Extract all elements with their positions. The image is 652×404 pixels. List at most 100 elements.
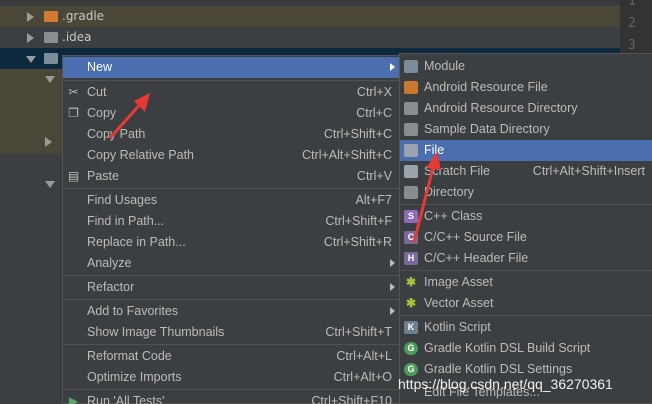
annotation-arrow-shaft xyxy=(412,163,436,243)
folder-gray-icon xyxy=(44,32,58,43)
submenu-item-sample-data-directory[interactable]: Sample Data Directory xyxy=(400,119,652,140)
gradle-icon: G xyxy=(404,342,418,355)
tree-row-gradle[interactable]: .gradle xyxy=(0,6,620,27)
gradle-icon: G xyxy=(404,363,418,376)
menu-item-label: Find in Path... xyxy=(87,214,165,228)
menu-item-add-to-favorites[interactable]: Add to Favorites xyxy=(63,301,400,322)
expand-arrow-icon[interactable] xyxy=(45,137,52,147)
menu-item-show-image-thumbnails[interactable]: Show Image Thumbnails Ctrl+Shift+T xyxy=(63,322,400,343)
menu-item-shortcut: Ctrl+Shift+C xyxy=(323,127,392,141)
menu-item-label: Refactor xyxy=(87,280,135,294)
menu-item-label: Copy Relative Path xyxy=(87,148,195,162)
menu-item-run-all-tests[interactable]: ▶ Run 'All Tests' Ctrl+Shift+F10 xyxy=(63,391,400,404)
folder-icon xyxy=(404,102,418,115)
submenu-item-gradle-kotlin-dsl-build-script[interactable]: G Gradle Kotlin DSL Build Script xyxy=(400,338,652,359)
menu-item-find-in-path[interactable]: Find in Path... Ctrl+Shift+F xyxy=(63,211,400,232)
run-icon: ▶ xyxy=(68,394,79,404)
submenu-separator xyxy=(401,315,652,316)
menu-item-reformat-code[interactable]: Reformat Code Ctrl+Alt+L xyxy=(63,346,400,367)
menu-item-label: Optimize Imports xyxy=(87,370,182,384)
menu-item-label: Add to Favorites xyxy=(87,304,179,318)
android-resource-file-icon xyxy=(404,81,418,94)
menu-separator xyxy=(64,275,399,276)
scissors-icon: ✂ xyxy=(68,85,79,99)
menu-item-label: Run 'All Tests' xyxy=(87,394,165,404)
menu-item-label: Replace in Path... xyxy=(87,235,186,249)
menu-separator xyxy=(64,188,399,189)
submenu-item-label: Vector Asset xyxy=(424,296,494,310)
expand-arrow-icon[interactable] xyxy=(27,33,34,43)
menu-item-new[interactable]: New xyxy=(63,57,400,78)
menu-item-refactor[interactable]: Refactor xyxy=(63,277,400,298)
module-folder-icon xyxy=(404,60,418,73)
menu-item-shortcut: Alt+F7 xyxy=(355,193,392,207)
submenu-item-vector-asset[interactable]: ✱ Vector Asset xyxy=(400,293,652,314)
submenu-item-label: Android Resource File xyxy=(424,80,548,94)
menu-item-replace-in-path[interactable]: Replace in Path... Ctrl+Shift+R xyxy=(63,232,400,253)
kotlin-icon: K xyxy=(404,321,418,334)
folder-orange-icon xyxy=(44,11,58,22)
menu-item-label: Paste xyxy=(87,169,119,183)
menu-separator xyxy=(64,389,399,390)
menu-separator xyxy=(64,344,399,345)
menu-item-shortcut: Ctrl+Shift+F xyxy=(325,214,392,228)
menu-item-shortcut: Ctrl+V xyxy=(356,169,392,183)
submenu-arrow-icon xyxy=(390,283,395,291)
line-number: 1 xyxy=(628,0,636,9)
submenu-item-label: Gradle Kotlin DSL Build Script xyxy=(424,341,591,355)
menu-item-shortcut: Ctrl+Alt+L xyxy=(336,349,392,363)
tree-row-label: .gradle xyxy=(62,9,105,23)
watermark-text: https://blog.csdn.net/qq_36270361 xyxy=(398,376,613,392)
module-folder-icon xyxy=(44,53,58,64)
submenu-item-label: Image Asset xyxy=(424,275,493,289)
submenu-item-label: Sample Data Directory xyxy=(424,122,550,136)
expand-arrow-icon[interactable] xyxy=(27,12,34,22)
submenu-item-label: Module xyxy=(424,59,465,73)
menu-separator xyxy=(64,299,399,300)
submenu-item-label: C/C++ Header File xyxy=(424,251,529,265)
submenu-item-image-asset[interactable]: ✱ Image Asset xyxy=(400,272,652,293)
submenu-arrow-icon xyxy=(390,307,395,315)
menu-item-shortcut: Ctrl+Shift+F10 xyxy=(311,394,392,404)
menu-item-analyze[interactable]: Analyze xyxy=(63,253,400,274)
submenu-item-label: Kotlin Script xyxy=(424,320,491,334)
annotation-arrow-file xyxy=(412,152,441,243)
submenu-separator xyxy=(401,270,652,271)
folder-icon xyxy=(404,123,418,136)
submenu-arrow-icon xyxy=(390,259,395,267)
menu-item-find-usages[interactable]: Find Usages Alt+F7 xyxy=(63,190,400,211)
menu-separator xyxy=(64,80,399,81)
line-number: 3 xyxy=(628,38,636,53)
submenu-item-module[interactable]: Module xyxy=(400,56,652,77)
submenu-item-label: Android Resource Directory xyxy=(424,101,578,115)
collapse-arrow-icon[interactable] xyxy=(26,56,36,63)
menu-item-shortcut: Ctrl+Shift+T xyxy=(325,325,392,339)
android-icon: ✱ xyxy=(405,275,417,289)
submenu-item-shortcut: Ctrl+Alt+Shift+Insert xyxy=(532,164,645,178)
menu-item-shortcut: Ctrl+C xyxy=(356,106,392,120)
copy-icon: ❐ xyxy=(68,106,79,120)
annotation-arrow-head xyxy=(426,152,441,170)
menu-item-optimize-imports[interactable]: Optimize Imports Ctrl+Alt+O xyxy=(63,367,400,388)
annotation-arrow-new xyxy=(108,93,150,140)
tree-top-strip xyxy=(0,0,620,5)
menu-item-label: Show Image Thumbnails xyxy=(87,325,225,339)
menu-item-label: Find Usages xyxy=(87,193,158,207)
menu-item-copy-relative-path[interactable]: Copy Relative Path Ctrl+Alt+Shift+C xyxy=(63,145,400,166)
submenu-item-android-resource-directory[interactable]: Android Resource Directory xyxy=(400,98,652,119)
menu-item-shortcut: Ctrl+Alt+Shift+C xyxy=(302,148,392,162)
submenu-item-c-cpp-header-file[interactable]: H C/C++ Header File xyxy=(400,248,652,269)
submenu-item-android-resource-file[interactable]: Android Resource File xyxy=(400,77,652,98)
menu-item-shortcut: Ctrl+Alt+O xyxy=(333,370,392,384)
collapse-arrow-icon[interactable] xyxy=(45,181,55,188)
android-icon: ✱ xyxy=(405,296,417,310)
submenu-arrow-icon xyxy=(390,63,395,71)
tree-row-label: .idea xyxy=(62,30,92,44)
cpp-header-icon: H xyxy=(404,252,418,265)
menu-item-shortcut: Ctrl+Shift+R xyxy=(323,235,392,249)
collapse-arrow-icon[interactable] xyxy=(45,76,55,83)
menu-item-paste[interactable]: ▤ Paste Ctrl+V xyxy=(63,166,400,187)
submenu-item-kotlin-script[interactable]: K Kotlin Script xyxy=(400,317,652,338)
menu-item-label: New xyxy=(87,60,113,74)
tree-row-idea[interactable]: .idea xyxy=(0,27,620,48)
